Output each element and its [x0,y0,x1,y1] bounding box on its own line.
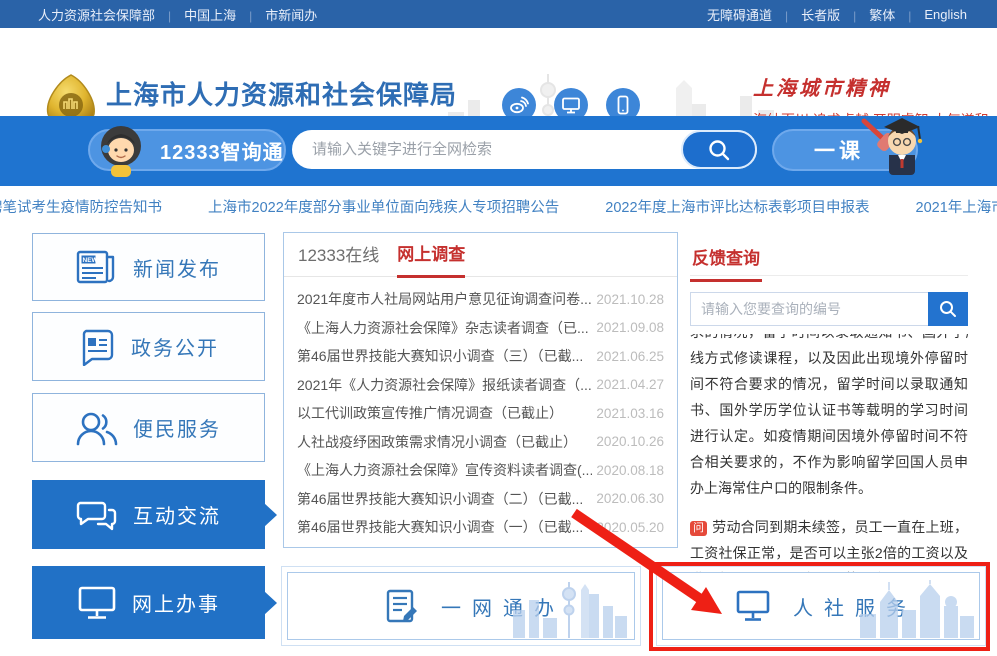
feedback-query-input[interactable] [690,292,928,326]
sidebar-item-gov-info[interactable]: 政务公开 [32,312,265,381]
document-pencil-icon [383,588,419,624]
survey-date: 2021.09.08 [596,320,664,335]
feedback-search [690,292,968,326]
search-icon [706,137,732,163]
survey-date: 2020.08.18 [596,463,664,478]
hotline-label: 12333智询通 [160,136,284,165]
survey-row: 2021年度市人社局网站用户意见征询调查问卷... 2021.10.28 [297,285,664,314]
survey-row: 《上海人力资源社会保障》杂志读者调查（已... 2021.09.08 [297,314,664,343]
feedback-scrolling-clipped-line: 求的情况，留学时间以录取通知书、国外学历学位认证书等 [690,334,968,343]
document-icon [78,328,116,366]
people-icon [76,410,118,446]
link-china-shanghai[interactable]: 中国上海 [184,5,265,24]
sidebar-item-news[interactable]: NEWS 新闻发布 [32,233,265,301]
news-icon: NEWS [76,249,118,285]
survey-link[interactable]: 2021年《人力资源社会保障》报纸读者调查（... [297,375,592,395]
link-traditional-chinese[interactable]: 繁体 [869,5,924,24]
feedback-header: 反馈查询 [690,232,968,276]
hotline-mascot-avatar [94,122,148,178]
survey-list: 2021年度市人社局网站用户意见征询调查问卷... 2021.10.28 《上海… [284,277,677,542]
ticker-link-2[interactable]: 上海市2022年度部分事业单位面向残疾人专项招聘公告 [208,196,559,217]
pudong-skyline-art [509,580,631,638]
news-ticker: 聘笔试考生疫情防控告知书 上海市2022年度部分事业单位面向残疾人专项招聘公告 … [0,190,997,222]
tab-online-survey[interactable]: 网上调查 [397,240,465,278]
search-icon [938,299,958,319]
surveys-tabs: 12333在线 网上调查 [284,233,677,277]
bund-skyline-art [858,580,976,638]
shanghai-hrss-homepage: 人力资源社会保障部 中国上海 市新闻办 无障碍通道 长者版 繁体 English… [0,0,997,656]
sidebar-item-interaction[interactable]: 互动交流 [32,480,265,549]
ticker-link-3[interactable]: 2022年度上海市评比达标表彰项目申报表 [605,196,869,217]
survey-row: 第46届世界技能大赛知识小调查（一）（已截... 2020.05.20 [297,513,664,542]
tab-12333-online[interactable]: 12333在线 [298,241,379,276]
tab-feedback-query[interactable]: 反馈查询 [690,232,762,282]
link-senior-version[interactable]: 长者版 [801,5,869,24]
link-accessibility[interactable]: 无障碍通道 [707,5,801,24]
site-title: 上海市人力资源和社会保障局 [106,75,471,112]
survey-row: 第46届世界技能大赛知识小调查（三）（已截... 2021.06.25 [297,342,664,371]
feedback-search-button[interactable] [928,292,968,326]
search-band: 12333智询通 一课 [0,116,997,186]
sidebar-label-online-services: 网上办事 [132,588,220,617]
survey-link[interactable]: 人社战疫纾困政策需求情况小调查（已截止） [297,432,577,452]
survey-link[interactable]: 《上海人力资源社会保障》宣传资料读者调查(... [297,460,592,480]
sidebar-label-public-service: 便民服务 [133,413,221,442]
hr-social-services-button[interactable]: 人社服务 [662,572,980,640]
search-button[interactable] [681,130,757,169]
site-header: 上海市人力资源和社会保障局 SHANGHAI MUNICIPAL HUMAN R… [0,28,997,116]
survey-row: 《上海人力资源社会保障》宣传资料读者调查(... 2020.08.18 [297,456,664,485]
sidebar-item-online-services[interactable]: 网上办事 [32,566,265,639]
survey-date: 2020.10.26 [596,434,664,449]
survey-row: 以工代训政策宣传推广情况调查（已截止） 2021.03.16 [297,399,664,428]
city-spirit-title: 上海城市精神 [753,72,973,101]
lesson-button[interactable]: 一课 [772,129,918,171]
ticker-link-4[interactable]: 2021年上海市事业单位 [916,196,997,217]
survey-row: 2021年《人力资源社会保障》报纸读者调查（... 2021.04.27 [297,371,664,400]
survey-date: 2021.03.16 [596,406,664,421]
sidebar-item-public-service[interactable]: 便民服务 [32,393,265,462]
site-search [292,130,757,169]
survey-link[interactable]: 第46届世界技能大赛知识小调查（二）（已截... [297,489,583,509]
survey-link[interactable]: 第46届世界技能大赛知识小调查（三）（已截... [297,346,583,366]
link-mohrss[interactable]: 人力资源社会保障部 [38,5,184,24]
survey-date: 2020.06.30 [596,491,664,506]
feedback-panel: 反馈查询 求的情况，留学时间以录取通知书、国外学历学位认证书等 线方式修读课程，… [690,232,968,592]
surveys-panel: 12333在线 网上调查 2021年度市人社局网站用户意见征询调查问卷... 2… [283,232,678,548]
survey-date: 2021.04.27 [596,377,664,392]
one-stop-portal-button[interactable]: 一网通办 [287,572,635,640]
monitor-icon [735,589,771,623]
monitor-icon [77,585,117,621]
link-english[interactable]: English [924,7,967,22]
survey-link[interactable]: 以工代训政策宣传推广情况调查（已截止） [297,403,563,423]
survey-date: 2021.10.28 [596,292,664,307]
feedback-answer-text: 线方式修读课程，以及因此出现境外停留时间不符合要求的情况，留学时间以录取通知书、… [690,345,968,501]
sidebar-label-news: 新闻发布 [133,253,221,282]
sidebar-label-interaction: 互动交流 [133,500,221,529]
survey-link[interactable]: 2021年度市人社局网站用户意见征询调查问卷... [297,289,592,309]
ticker-link-1[interactable]: 聘笔试考生疫情防控告知书 [0,196,162,217]
survey-date: 2020.05.20 [596,520,664,535]
svg-text:NEWS: NEWS [83,257,103,264]
survey-row: 人社战疫纾困政策需求情况小调查（已截止） 2020.10.26 [297,428,664,457]
topbar-right-links: 无障碍通道 长者版 繁体 English [707,5,967,24]
survey-row: 第46届世界技能大赛知识小调查（二）（已截... 2020.06.30 [297,485,664,514]
link-city-news-office[interactable]: 市新闻办 [265,5,317,24]
survey-link[interactable]: 第46届世界技能大赛知识小调查（一）（已截... [297,517,583,537]
survey-date: 2021.06.25 [596,349,664,364]
sidebar-label-gov-info: 政务公开 [131,332,219,361]
top-utility-bar: 人力资源社会保障部 中国上海 市新闻办 无障碍通道 长者版 繁体 English [0,0,997,28]
teacher-mascot-avatar [856,113,926,177]
question-badge: 问 [690,521,707,536]
chat-bubbles-icon [76,497,118,533]
topbar-left-links: 人力资源社会保障部 中国上海 市新闻办 [38,5,317,24]
hotline-12333-button[interactable]: 12333智询通 [88,129,286,171]
survey-link[interactable]: 《上海人力资源社会保障》杂志读者调查（已... [297,318,589,338]
